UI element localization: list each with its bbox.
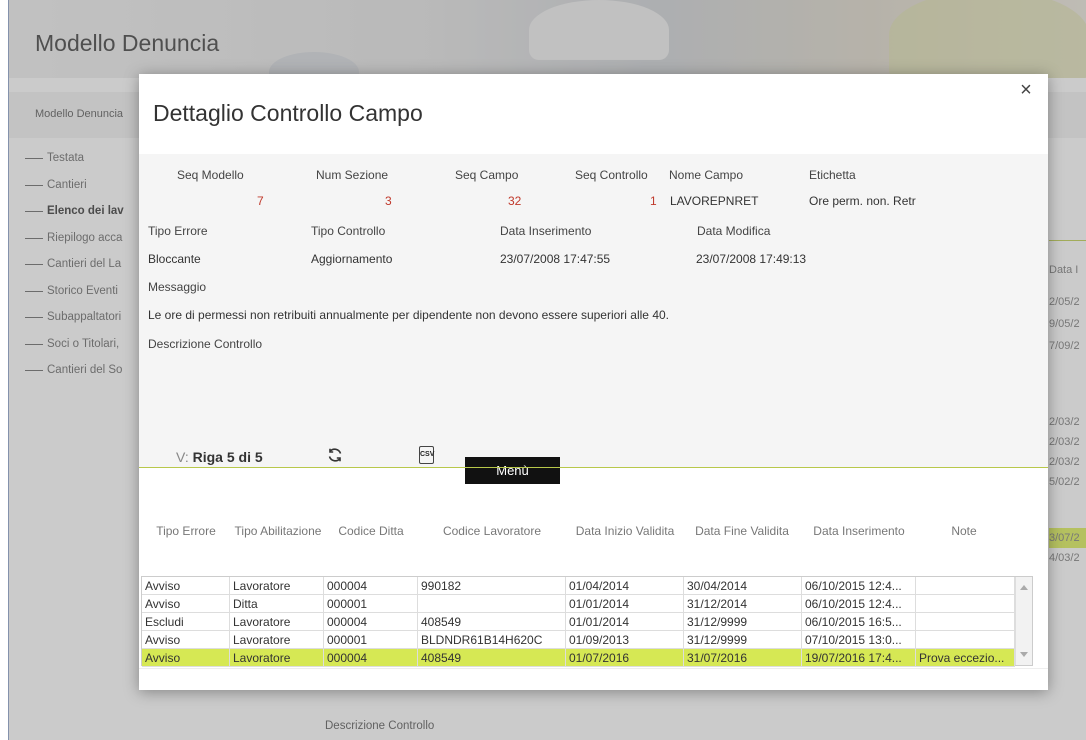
table-header: Tipo Errore Tipo Abilitazione Codice Dit… [139, 511, 1048, 551]
column-header-codice-lavoratore[interactable]: Codice Lavoratore [419, 511, 565, 551]
nome-campo-label: Nome Campo [669, 168, 744, 182]
table-cell: 01/07/2016 [566, 649, 684, 667]
table-cell [916, 613, 1015, 631]
table-row[interactable]: Avviso Lavoratore 000001 BLDNDR61B14H620… [142, 631, 1015, 649]
table-cell: Lavoratore [230, 577, 324, 595]
row-counter-prefix: V: [176, 449, 189, 465]
table-cell [916, 577, 1015, 595]
column-header-data-fine[interactable]: Data Fine Validita [685, 511, 799, 551]
seq-modello-value: 7 [257, 194, 264, 208]
data-inserimento-value: 23/07/2008 17:47:55 [500, 252, 611, 266]
table-cell: 01/01/2014 [566, 595, 684, 613]
detail-dialog: Dettaglio Controllo Campo × Seq Modello … [139, 74, 1048, 690]
seq-modello-label: Seq Modello [177, 168, 244, 182]
dialog-footer [139, 668, 1048, 690]
table-row[interactable]: Escludi Lavoratore 000004 408549 01/01/2… [142, 613, 1015, 631]
tipo-errore-value: Bloccante [148, 252, 201, 266]
table-scrollbar[interactable] [1015, 577, 1032, 665]
messaggio-label: Messaggio [148, 280, 207, 294]
close-icon[interactable]: × [1016, 80, 1036, 100]
table-row-selected[interactable]: Avviso Lavoratore 000004 408549 01/07/20… [142, 649, 1015, 667]
table-cell: 31/07/2016 [684, 649, 802, 667]
table-cell: 19/07/2016 17:4... [802, 649, 916, 667]
table-row[interactable]: Avviso Ditta 000001 01/01/2014 31/12/201… [142, 595, 1015, 613]
descrizione-controllo-label: Descrizione Controllo [148, 337, 263, 351]
tipo-controllo-value: Aggiornamento [311, 252, 393, 266]
table-cell: 01/09/2013 [566, 631, 684, 649]
table-cell [418, 595, 566, 613]
nome-campo-value: LAVOREPNRET [670, 194, 759, 208]
table-cell: 06/10/2015 12:4... [802, 595, 916, 613]
scroll-down-icon[interactable] [1020, 652, 1028, 657]
dialog-title: Dettaglio Controllo Campo [153, 100, 423, 126]
table-cell: Avviso [142, 595, 230, 613]
num-sezione-value: 3 [385, 194, 392, 208]
table-cell: Lavoratore [230, 649, 324, 667]
table-cell: 408549 [418, 649, 566, 667]
table-cell: 01/01/2014 [566, 613, 684, 631]
column-header-note[interactable]: Note [919, 511, 1009, 551]
csv-export-icon[interactable]: CSV [419, 446, 434, 464]
tipo-errore-label: Tipo Errore [148, 224, 208, 238]
table-cell: Lavoratore [230, 613, 324, 631]
divider [139, 467, 1048, 468]
table-cell: 01/04/2014 [566, 577, 684, 595]
table-cell: 000001 [324, 595, 418, 613]
table-cell: 06/10/2015 16:5... [802, 613, 916, 631]
table-cell: Avviso [142, 577, 230, 595]
scroll-up-icon[interactable] [1020, 585, 1028, 590]
table-cell: 31/12/9999 [684, 613, 802, 631]
table-cell: Lavoratore [230, 631, 324, 649]
table-cell: 000004 [324, 649, 418, 667]
table-cell [916, 631, 1015, 649]
tipo-controllo-label: Tipo Controllo [311, 224, 386, 238]
table-cell [916, 595, 1015, 613]
messaggio-value: Le ore di permessi non retribuiti annual… [148, 308, 669, 322]
table-cell: Avviso [142, 631, 230, 649]
seq-campo-label: Seq Campo [455, 168, 519, 182]
seq-campo-value: 32 [508, 194, 522, 208]
seq-controllo-label: Seq Controllo [575, 168, 648, 182]
column-header-tipo-errore[interactable]: Tipo Errore [139, 511, 233, 551]
column-header-data-inizio[interactable]: Data Inizio Validita [565, 511, 685, 551]
table-cell: 990182 [418, 577, 566, 595]
dialog-header: Dettaglio Controllo Campo × [139, 74, 1048, 154]
table-cell: 000001 [324, 631, 418, 649]
table-cell: 000004 [324, 613, 418, 631]
table-cell: Prova eccezio... [916, 649, 1015, 667]
menu-button[interactable]: Menù [465, 457, 560, 484]
table-cell: Avviso [142, 649, 230, 667]
column-header-data-inserimento[interactable]: Data Inserimento [799, 511, 919, 551]
row-counter: V: Riga 5 di 5 [176, 449, 263, 465]
table-cell: Ditta [230, 595, 324, 613]
seq-controllo-value: 1 [650, 194, 657, 208]
row-counter-text: Riga 5 di 5 [192, 449, 263, 465]
table-cell: 07/10/2015 13:0... [802, 631, 916, 649]
num-sezione-label: Num Sezione [316, 168, 389, 182]
etichetta-label: Etichetta [809, 168, 856, 182]
column-header-tipo-abilitazione[interactable]: Tipo Abilitazione [233, 511, 323, 551]
table-cell: Escludi [142, 613, 230, 631]
data-modifica-value: 23/07/2008 17:49:13 [696, 252, 807, 266]
table-cell: 31/12/2014 [684, 595, 802, 613]
table-cell: 000004 [324, 577, 418, 595]
table-cell: BLDNDR61B14H620C [418, 631, 566, 649]
dialog-body: Seq Modello Num Sezione Seq Campo Seq Co… [139, 154, 1048, 467]
data-modifica-label: Data Modifica [697, 224, 771, 238]
table-cell: 06/10/2015 12:4... [802, 577, 916, 595]
refresh-icon[interactable] [327, 447, 343, 463]
table-cell: 30/04/2014 [684, 577, 802, 595]
table-cell: 31/12/9999 [684, 631, 802, 649]
data-table: Avviso Lavoratore 000004 990182 01/04/20… [141, 576, 1033, 667]
etichetta-value: Ore perm. non. Retr [809, 194, 916, 208]
table-row[interactable]: Avviso Lavoratore 000004 990182 01/04/20… [142, 577, 1015, 595]
column-header-codice-ditta[interactable]: Codice Ditta [323, 511, 419, 551]
data-inserimento-label: Data Inserimento [500, 224, 592, 238]
table-cell: 408549 [418, 613, 566, 631]
